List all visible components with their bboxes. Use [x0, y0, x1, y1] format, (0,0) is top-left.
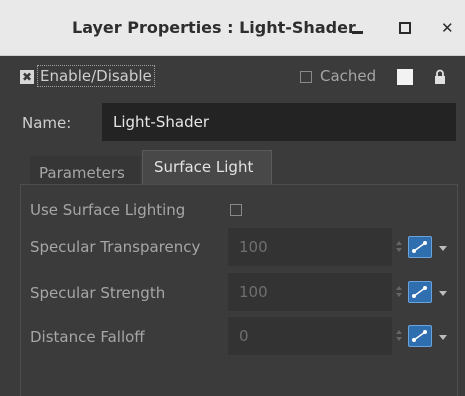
enable-label[interactable]: Enable/Disable [37, 65, 155, 87]
tab-parameters[interactable]: Parameters [30, 156, 140, 184]
window-title: Layer Properties : Light-Shader [72, 18, 356, 37]
tab-parameters-label: Parameters [39, 164, 125, 182]
curve-icon [412, 330, 427, 342]
cached-checkbox[interactable] [300, 71, 312, 83]
tab-surface-light[interactable]: Surface Light [142, 150, 272, 184]
distance-falloff-curve-button[interactable] [408, 325, 432, 347]
use-surface-lighting-checkbox[interactable] [230, 204, 242, 216]
distance-falloff-menu-arrow[interactable] [439, 335, 447, 340]
distance-falloff-spinner[interactable] [396, 330, 402, 342]
specular-transparency-spinner[interactable] [396, 241, 402, 253]
specular-transparency-menu-arrow[interactable] [439, 246, 447, 251]
specular-strength-curve-button[interactable] [408, 281, 432, 303]
distance-falloff-label: Distance Falloff [30, 328, 145, 346]
dialog-content: ✖ Enable/Disable Cached Name: Light-Shad… [0, 56, 465, 396]
specular-strength-label: Specular Strength [30, 284, 166, 302]
enable-checkbox[interactable]: ✖ [20, 70, 34, 84]
curve-icon [412, 241, 427, 253]
specular-strength-spinner[interactable] [396, 286, 402, 298]
color-swatch[interactable] [397, 69, 413, 85]
specular-strength-menu-arrow[interactable] [439, 291, 447, 296]
curve-icon [412, 286, 427, 298]
cached-label: Cached [320, 67, 377, 85]
title-bar: Layer Properties : Light-Shader [0, 0, 465, 56]
lock-icon[interactable] [434, 69, 446, 85]
name-label: Name: [22, 114, 72, 132]
specular-strength-field[interactable]: 100 [228, 273, 392, 311]
specular-transparency-label: Specular Transparency [30, 238, 201, 256]
use-surface-lighting-label: Use Surface Lighting [30, 201, 186, 219]
maximize-button[interactable] [392, 16, 416, 40]
close-button[interactable] [437, 16, 461, 40]
minimize-button[interactable] [346, 16, 370, 40]
specular-transparency-field[interactable]: 100 [228, 228, 392, 266]
tab-surface-light-label: Surface Light [154, 158, 254, 176]
distance-falloff-field[interactable]: 0 [228, 317, 392, 355]
specular-transparency-curve-button[interactable] [408, 236, 432, 258]
name-field[interactable]: Light-Shader [102, 103, 456, 141]
